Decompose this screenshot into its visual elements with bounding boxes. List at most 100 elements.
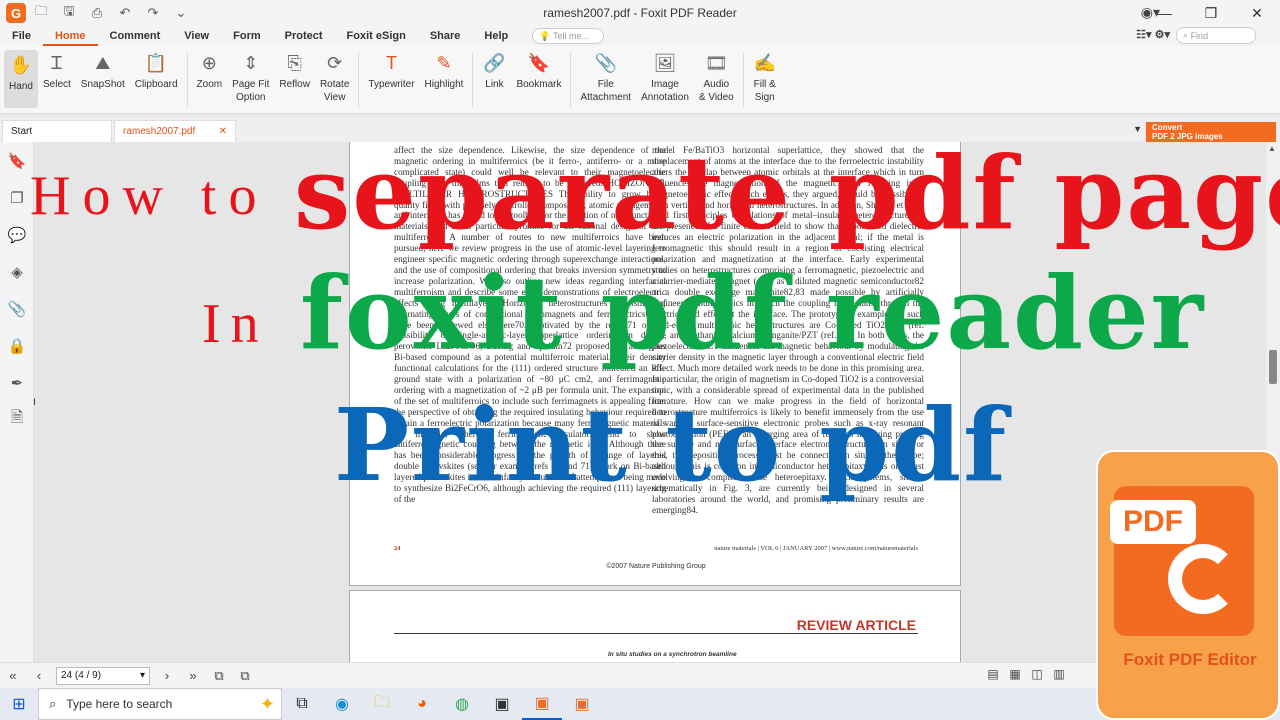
previous-page-button[interactable]: ‹ xyxy=(26,668,52,683)
layout-options-icon[interactable]: ☷▾ ⚙▾ xyxy=(1136,28,1170,41)
dark-app-icon[interactable]: ▣ xyxy=(482,688,522,720)
tell-me-input[interactable]: 💡 Tell me... xyxy=(532,28,605,44)
content-panel-icon[interactable]: 🗎 xyxy=(0,401,34,438)
clipboard-button[interactable]: 📋 Clipboard xyxy=(130,50,183,91)
snapshot-label: SnapShot xyxy=(80,79,125,90)
pages-panel-icon[interactable]: ❐ xyxy=(0,179,34,216)
foxit-editor-taskbar-icon[interactable]: ▣ xyxy=(562,688,602,720)
snapshot-button[interactable]: ⛰ SnapShot xyxy=(76,50,130,91)
minimize-button[interactable]: — xyxy=(1142,0,1188,26)
overlay-print-to-pdf: Print to pdf xyxy=(334,386,1009,504)
page-number: 24 xyxy=(394,545,401,552)
next-page-button[interactable]: › xyxy=(154,668,180,683)
image-annotation-button[interactable]: 🖼 Image Annotation xyxy=(636,50,694,104)
figure-caption: In situ studies on a synchrotron beamlin… xyxy=(608,651,737,658)
pdf-tag: PDF xyxy=(1110,500,1196,544)
tab-start[interactable]: Start xyxy=(2,120,112,142)
zoom-button[interactable]: ⊕ Zoom xyxy=(192,50,228,91)
tab-home[interactable]: Home xyxy=(42,26,98,46)
attachments-panel-icon[interactable]: 📎 xyxy=(0,290,34,327)
journal-footer: nature materials | VOL 6 | JANUARY 2007 … xyxy=(714,545,918,552)
link-icon: 🔗 xyxy=(483,52,506,73)
sparkle-icon: ✦ xyxy=(259,693,275,714)
foxit-editor-label: Foxit PDF Editor xyxy=(1123,650,1257,669)
reflow-button[interactable]: ⎘ Reflow xyxy=(274,50,315,91)
close-tab-icon[interactable]: ✕ xyxy=(219,126,227,137)
bookmark-icon: 🔖 xyxy=(527,52,551,73)
tab-document-file[interactable]: ramesh2007.pdf ✕ xyxy=(114,120,236,142)
first-page-button[interactable]: « xyxy=(0,668,26,683)
tab-share[interactable]: Share xyxy=(418,26,473,46)
audio-video-button[interactable]: 🎞 Audio & Video xyxy=(694,50,739,104)
edge-browser-icon[interactable]: ◉ xyxy=(322,688,362,720)
continuous-facing-view-icon[interactable]: ▥ xyxy=(1048,667,1070,681)
select-tool-button[interactable]: Ꮖ Select xyxy=(38,50,76,91)
chrome-icon[interactable]: ◍ xyxy=(442,688,482,720)
bookmark-button[interactable]: 🔖 Bookmark xyxy=(511,50,566,91)
foxit-reader-taskbar-icon[interactable]: ▣ xyxy=(522,688,562,720)
print-icon[interactable]: ⎙ xyxy=(84,2,110,24)
zoom-label: Zoom xyxy=(196,79,223,90)
save-icon[interactable]: 🖫 xyxy=(56,2,82,24)
redo-icon[interactable]: ↷ xyxy=(140,2,166,24)
left-navigation-panel: 🔖 ❐ 💬 ◈ 📎 🔒 ✒ 🗎 xyxy=(0,142,34,662)
single-page-view-icon[interactable]: ▤ xyxy=(982,667,1004,681)
continuous-view-icon[interactable]: ▦ xyxy=(1004,667,1026,681)
restore-button[interactable]: ❐ xyxy=(1188,0,1234,26)
close-window-button[interactable]: ✕ xyxy=(1234,0,1280,26)
foxit-pdf-editor-logo: PDF Foxit PDF Editor xyxy=(1096,450,1280,720)
file-attachment-button[interactable]: 📎 File Attachment xyxy=(575,50,636,104)
find-input[interactable]: ⌕ Find xyxy=(1176,27,1256,44)
file-explorer-icon[interactable]: 🗀 xyxy=(362,688,402,720)
document-tab-label: ramesh2007.pdf xyxy=(123,126,196,137)
typewriter-button[interactable]: T Typewriter xyxy=(363,50,419,91)
tab-comment[interactable]: Comment xyxy=(98,26,173,46)
menu-tabs: File Home Comment View Form Protect Foxi… xyxy=(0,26,1280,46)
layers-panel-icon[interactable]: ◈ xyxy=(0,253,34,290)
next-view-icon[interactable]: ⧉ xyxy=(232,668,258,684)
tab-protect[interactable]: Protect xyxy=(273,26,335,46)
task-view-icon[interactable]: ⧉ xyxy=(282,688,322,720)
hand-label: Hand xyxy=(9,81,33,92)
highlight-label: Highlight xyxy=(424,79,464,90)
file-attachment-label-1: File xyxy=(597,79,614,90)
scroll-thumb[interactable] xyxy=(1269,350,1277,384)
highlight-button[interactable]: ✎ Highlight xyxy=(420,50,469,91)
tab-view[interactable]: View xyxy=(172,26,221,46)
page-fit-label-1: Page Fit xyxy=(232,79,270,90)
firefox-icon[interactable]: ◕ xyxy=(402,688,442,720)
tab-file[interactable]: File xyxy=(0,26,43,46)
tab-help[interactable]: Help xyxy=(472,26,520,46)
tab-foxit-esign[interactable]: Foxit eSign xyxy=(335,26,418,46)
overlay-how-to: How to xyxy=(30,165,269,227)
comments-panel-icon[interactable]: 💬 xyxy=(0,216,34,253)
windows-start-icon[interactable]: ⊞ xyxy=(0,688,38,720)
find-placeholder: Find xyxy=(1190,30,1209,41)
page-fit-option-button[interactable]: ⇕ Page Fit Option xyxy=(227,50,274,104)
undo-icon[interactable]: ↶ xyxy=(112,2,138,24)
reflow-icon: ⎘ xyxy=(287,52,302,73)
fill-sign-button[interactable]: ✍ Fill & Sign xyxy=(748,50,782,104)
taskbar-search-input[interactable]: ⌕ Type here to search ✦ xyxy=(38,688,282,720)
tab-list-dropdown-icon[interactable]: ▼ xyxy=(1133,124,1142,134)
last-page-button[interactable]: » xyxy=(180,668,206,683)
open-folder-icon[interactable]: 🗀 xyxy=(28,2,54,24)
bookmarks-panel-icon[interactable]: 🔖 xyxy=(0,142,34,179)
audio-video-label-1: Audio xyxy=(703,79,730,90)
security-panel-icon[interactable]: 🔒 xyxy=(0,327,34,364)
tab-form[interactable]: Form xyxy=(221,26,273,46)
home-ribbon: ✋ Hand Ꮖ Select ⛰ SnapShot 📋 Clipboard ⊕ Zoom… xyxy=(0,46,1280,114)
heading-rule xyxy=(394,633,918,634)
link-button[interactable]: 🔗 Link xyxy=(477,50,511,91)
foxit-logo-icon[interactable]: G xyxy=(6,3,26,23)
hand-icon: ✋ xyxy=(9,54,33,75)
hand-tool-button[interactable]: ✋ Hand xyxy=(4,50,38,108)
customize-quick-access-icon[interactable]: ⌄ xyxy=(168,2,194,24)
windows-taskbar: ⊞ ⌕ Type here to search ✦ ⧉ ◉ 🗀 ◕ ◍ ▣ ▣ … xyxy=(0,688,1280,720)
facing-view-icon[interactable]: ◫ xyxy=(1026,667,1048,681)
highlighter-icon: ✎ xyxy=(436,52,452,73)
rotate-view-button[interactable]: ⟳ Rotate View xyxy=(315,50,354,104)
page-number-select[interactable]: 24 (4 / 9) ▾ xyxy=(56,666,150,685)
signatures-panel-icon[interactable]: ✒ xyxy=(0,364,34,401)
previous-view-icon[interactable]: ⧉ xyxy=(206,668,232,684)
